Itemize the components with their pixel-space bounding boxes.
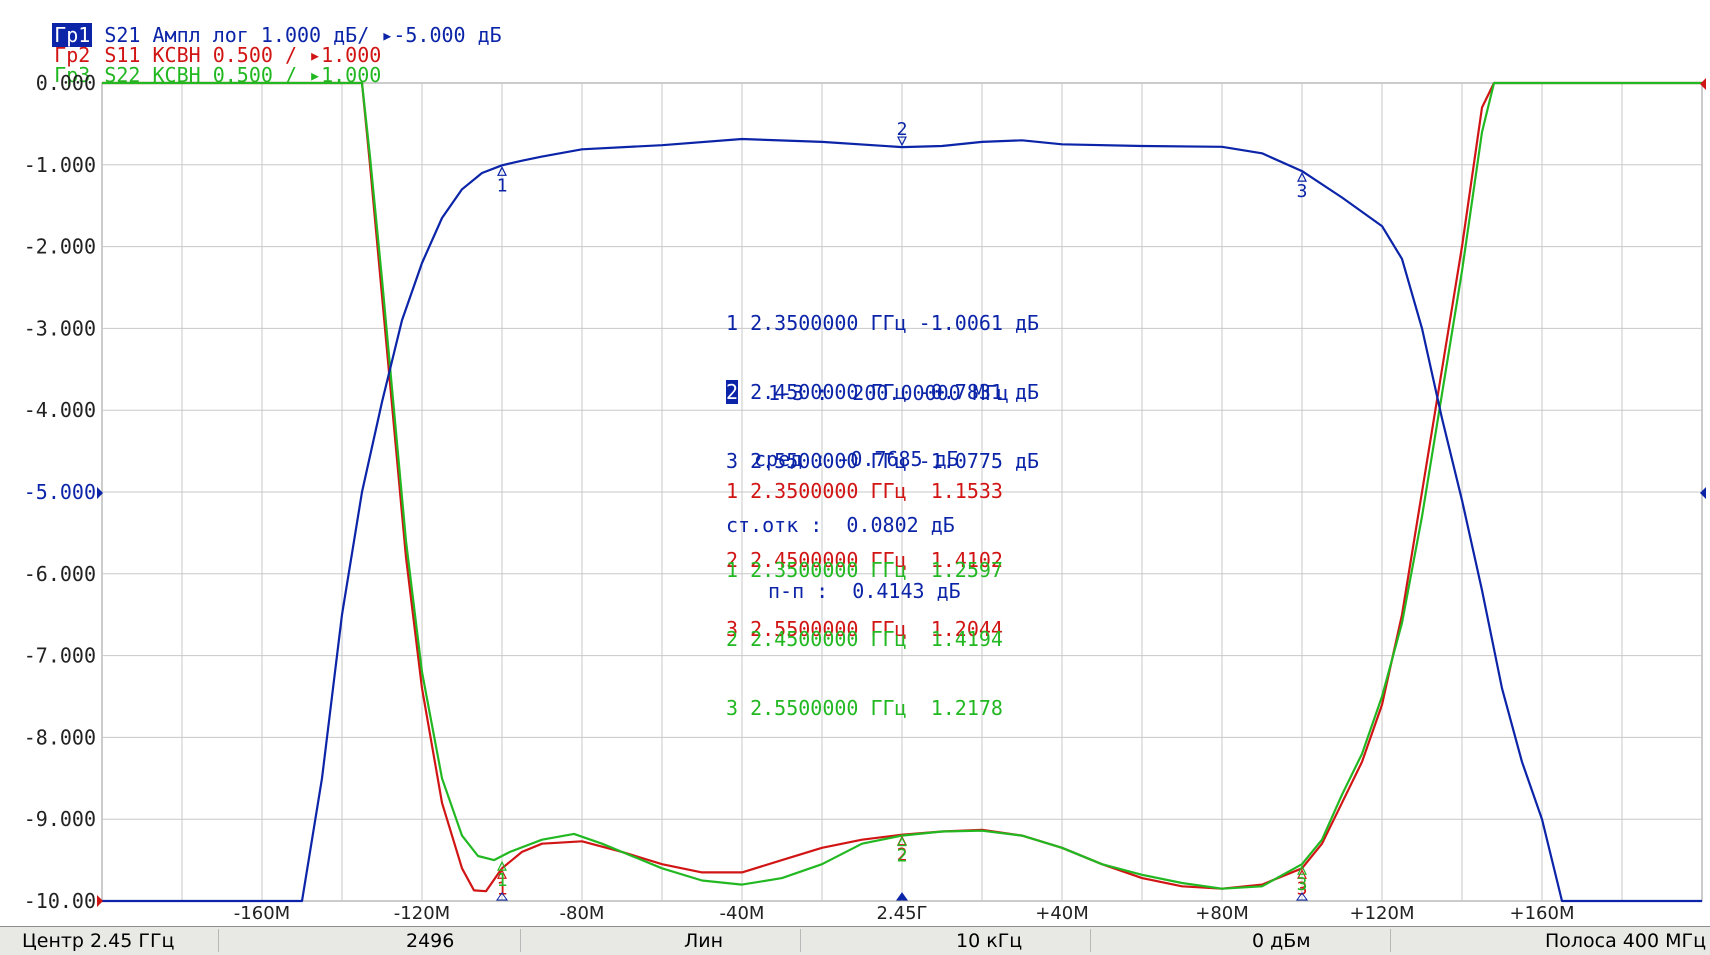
- x-tick-label: +160M: [1510, 903, 1575, 924]
- frequency-span[interactable]: Полоса 400 МГц: [1545, 930, 1706, 952]
- s22-marker-2-readout: 2 2.4500000 ГГц 1.4194: [726, 627, 1003, 651]
- if-bandwidth[interactable]: 10 кГц: [956, 930, 1022, 952]
- center-frequency[interactable]: Центр 2.45 ГГц: [22, 930, 174, 952]
- y-tick-label: -7.000: [24, 644, 96, 668]
- s21-ref-right-arrow: [1700, 487, 1706, 499]
- source-power[interactable]: 0 дБм: [1252, 930, 1311, 952]
- x-tick-label: 2.45Г: [876, 903, 927, 924]
- y-tick-label: -5.000: [24, 480, 96, 504]
- sweep-type[interactable]: Лин: [684, 930, 723, 952]
- x-tick-label: +120M: [1350, 903, 1415, 924]
- y-tick-label: -1.000: [24, 153, 96, 177]
- y-tick-label: -10.00: [24, 889, 96, 913]
- s22-marker-1-readout: 1 2.3500000 ГГц 1.2597: [726, 558, 1003, 582]
- y-tick-label: -8.000: [24, 725, 96, 749]
- s22-marker-1-label: 1: [497, 870, 508, 891]
- y-tick-label: -3.000: [24, 316, 96, 340]
- s11-ref-right-arrow: [1700, 78, 1706, 90]
- y-tick-label: -9.000: [24, 807, 96, 831]
- s22-marker-2-label: 2: [897, 846, 908, 867]
- y-tick-label: -6.000: [24, 562, 96, 586]
- y-tick-label: -2.000: [24, 235, 96, 259]
- s11-marker-1-readout: 1 2.3500000 ГГц 1.1533: [726, 479, 1003, 503]
- s21-marker-1-readout: 1 2.3500000 ГГц -1.0061 дБ: [726, 311, 1040, 335]
- x-tick-label: -160M: [234, 903, 290, 924]
- x-tick-label: -40M: [720, 903, 765, 924]
- status-bar: Центр 2.45 ГГц 2496 Лин 10 кГц 0 дБм Пол…: [0, 926, 1710, 955]
- x-axis-marker-triangle: [896, 892, 908, 901]
- stats-span: 1-3 : 200.00000 МГц: [768, 381, 1009, 405]
- s22-marker-3-readout: 3 2.5500000 ГГц 1.2178: [726, 696, 1003, 720]
- x-tick-label: -120M: [394, 903, 450, 924]
- y-tick-labels: 0.000 -1.000 -2.000 -3.000 -4.000 -5.000 -6.00…: [24, 71, 96, 913]
- s22-marker-3-label: 3: [1297, 874, 1308, 895]
- x-tick-label: -80M: [560, 903, 605, 924]
- vna-screen: Гр1 S21 Ампл лог 1.000 дБ/ ▸-5.000 дБ Гр…: [0, 0, 1710, 955]
- y-tick-label: 0.000: [36, 71, 96, 95]
- sweep-points[interactable]: 2496: [406, 930, 454, 952]
- s21-marker-2-label: 2: [897, 119, 908, 140]
- x-tick-labels: -160M -120M -80M -40M 2.45Г +40M +80M +120M +160…: [234, 903, 1575, 924]
- x-tick-label: +40M: [1035, 903, 1089, 924]
- x-tick-label: +80M: [1195, 903, 1249, 924]
- s21-marker-3-label: 3: [1297, 181, 1308, 202]
- y-tick-label: -4.000: [24, 398, 96, 422]
- s21-marker-1-label: 1: [497, 175, 508, 196]
- s22-marker-readout: 1 2.3500000 ГГц 1.2597 2 2.4500000 ГГц 1…: [726, 513, 1003, 766]
